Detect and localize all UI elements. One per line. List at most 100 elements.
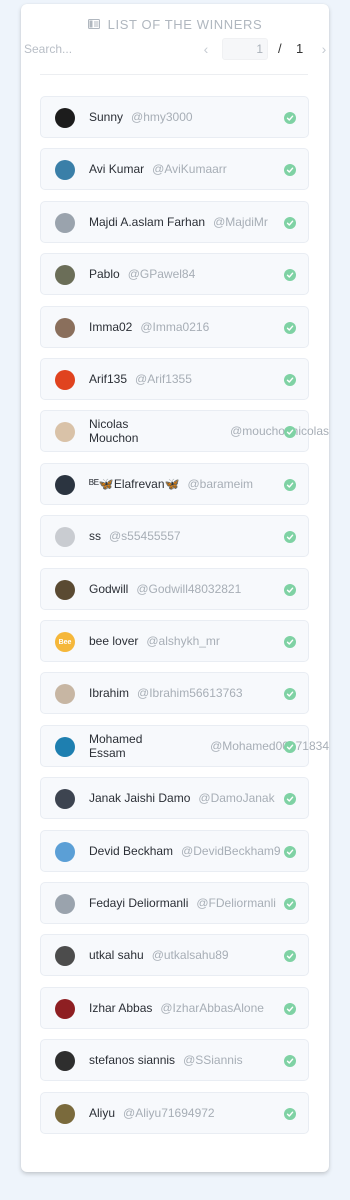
winner-name: Izhar Abbas [89,1001,153,1015]
avatar [55,370,75,390]
avatar [55,999,75,1019]
check-circle-icon [284,269,296,281]
avatar [55,789,75,809]
winner-row[interactable]: Devid Beckham @DevidBeckham9 [40,830,309,872]
check-circle-icon [284,531,296,543]
winner-handle[interactable]: @GPawel84 [128,267,196,281]
avatar [55,946,75,966]
check-circle-icon [284,217,296,229]
winner-row[interactable]: Avi Kumar @AviKumaarr [40,148,309,190]
winner-name-line: Imma02 @Imma0216 [89,307,209,347]
winner-handle[interactable]: @DamoJanak [198,791,274,805]
winner-row[interactable]: Janak Jaishi Damo @DamoJanak [40,777,309,819]
winner-row[interactable]: Ibrahim @Ibrahim56613763 [40,672,309,714]
winner-handle[interactable]: @mouchonnicolas [230,424,329,438]
page-total: 1 [296,41,304,56]
winner-row[interactable]: ᴮᴱ🦋Elafrevan🦋 @barameim [40,463,309,505]
winner-row[interactable]: Aliyu @Aliyu71694972 [40,1092,309,1134]
check-circle-icon [284,164,296,176]
winner-name: Devid Beckham [89,844,174,858]
check-circle-icon [284,584,296,596]
winner-row[interactable]: Imma02 @Imma0216 [40,306,309,348]
winner-row[interactable]: Bee bee lover @alshykh_mr [40,620,309,662]
winner-handle[interactable]: @Ibrahim56613763 [137,686,243,700]
winner-name-line: Fedayi Deliormanli @FDeliormanli [89,883,276,923]
winner-handle[interactable]: @hmy3000 [131,110,193,124]
winner-row[interactable]: Majdi A.aslam Farhan @MajdiMr [40,201,309,243]
avatar [55,842,75,862]
avatar [55,108,75,128]
winner-name-line: Godwill @Godwill48032821 [89,569,241,609]
list-icon [87,19,100,29]
winner-name-line: utkal sahu @utkalsahu89 [89,935,229,975]
winner-handle[interactable]: @SSiannis [183,1053,243,1067]
avatar [55,684,75,704]
avatar [55,318,75,338]
winner-row[interactable]: Mohamed Essam @Mohamed00171834 [40,725,329,767]
divider [40,74,308,75]
winner-name-line: Majdi A.aslam Farhan @MajdiMr [89,202,268,242]
winner-row[interactable]: stefanos siannis @SSiannis [40,1039,309,1081]
check-circle-icon [284,636,296,648]
winner-handle[interactable]: @MajdiMr [213,215,268,229]
winner-row[interactable]: utkal sahu @utkalsahu89 [40,934,309,976]
winner-name: ss [89,529,101,543]
winner-name-line: Pablo @GPawel84 [89,254,195,294]
winner-handle[interactable]: @barameim [187,477,253,491]
check-circle-icon [284,898,296,910]
winner-handle[interactable]: @Arif1355 [135,372,192,386]
page-title: LIST OF THE WINNERS [107,16,263,32]
winner-row[interactable]: Nicolas Mouchon @mouchonnicolas [40,410,329,452]
winner-name: Fedayi Deliormanli [89,896,189,910]
winner-row[interactable]: Arif135 @Arif1355 [40,358,309,400]
chevron-left-icon[interactable]: ‹ [197,40,215,58]
winner-handle[interactable]: @utkalsahu89 [152,948,229,962]
winner-row[interactable]: Godwill @Godwill48032821 [40,568,309,610]
winner-name-line: ss @s55455557 [89,516,181,556]
check-circle-icon [284,374,296,386]
pagination: ‹ 1 / 1 › [0,38,350,60]
winner-handle[interactable]: @alshykh_mr [146,634,220,648]
avatar-text: Bee [58,638,72,646]
winner-row[interactable]: Izhar Abbas @IzharAbbasAlone [40,987,309,1029]
winner-row[interactable]: ss @s55455557 [40,515,309,557]
winner-row[interactable]: Sunny @hmy3000 [40,96,309,138]
avatar [55,580,75,600]
winner-name: Nicolas Mouchon [89,417,139,445]
winner-handle[interactable]: @Imma0216 [140,320,209,334]
winner-name: Mohamed Essam [89,732,143,760]
winner-handle[interactable]: @s55455557 [109,529,181,543]
check-circle-icon [284,950,296,962]
winner-row[interactable]: Pablo @GPawel84 [40,253,309,295]
winner-handle[interactable]: @AviKumaarr [152,162,227,176]
winner-handle[interactable]: @Aliyu71694972 [123,1106,215,1120]
page-separator: / [278,41,282,56]
chevron-right-icon[interactable]: › [315,40,333,58]
winner-handle[interactable]: @Mohamed00171834 [210,739,329,753]
winner-name-line: Aliyu @Aliyu71694972 [89,1093,215,1133]
winner-name: Janak Jaishi Damo [89,791,191,805]
avatar: Bee [55,632,75,652]
check-circle-icon [284,112,296,124]
avatar [55,422,75,442]
check-circle-icon [284,426,296,438]
winner-handle[interactable]: @Godwill48032821 [136,582,241,596]
winner-name-line: stefanos siannis @SSiannis [89,1040,243,1080]
winner-handle[interactable]: @IzharAbbasAlone [160,1001,264,1015]
winner-name-line: Sunny @hmy3000 [89,97,193,137]
avatar [55,213,75,233]
avatar [55,1104,75,1124]
check-circle-icon [284,846,296,858]
avatar [55,1051,75,1071]
winner-name-line: Arif135 @Arif1355 [89,359,192,399]
winner-name: utkal sahu [89,948,144,962]
winner-row[interactable]: Fedayi Deliormanli @FDeliormanli [40,882,309,924]
winner-handle[interactable]: @FDeliormanli [196,896,276,910]
winner-handle[interactable]: @DevidBeckham9 [181,844,281,858]
check-circle-icon [284,1055,296,1067]
winner-name: Ibrahim [89,686,130,700]
winner-name: ᴮᴱ🦋Elafrevan🦋 [89,477,180,491]
avatar [55,894,75,914]
page-number-input[interactable]: 1 [222,38,268,60]
check-circle-icon [284,479,296,491]
